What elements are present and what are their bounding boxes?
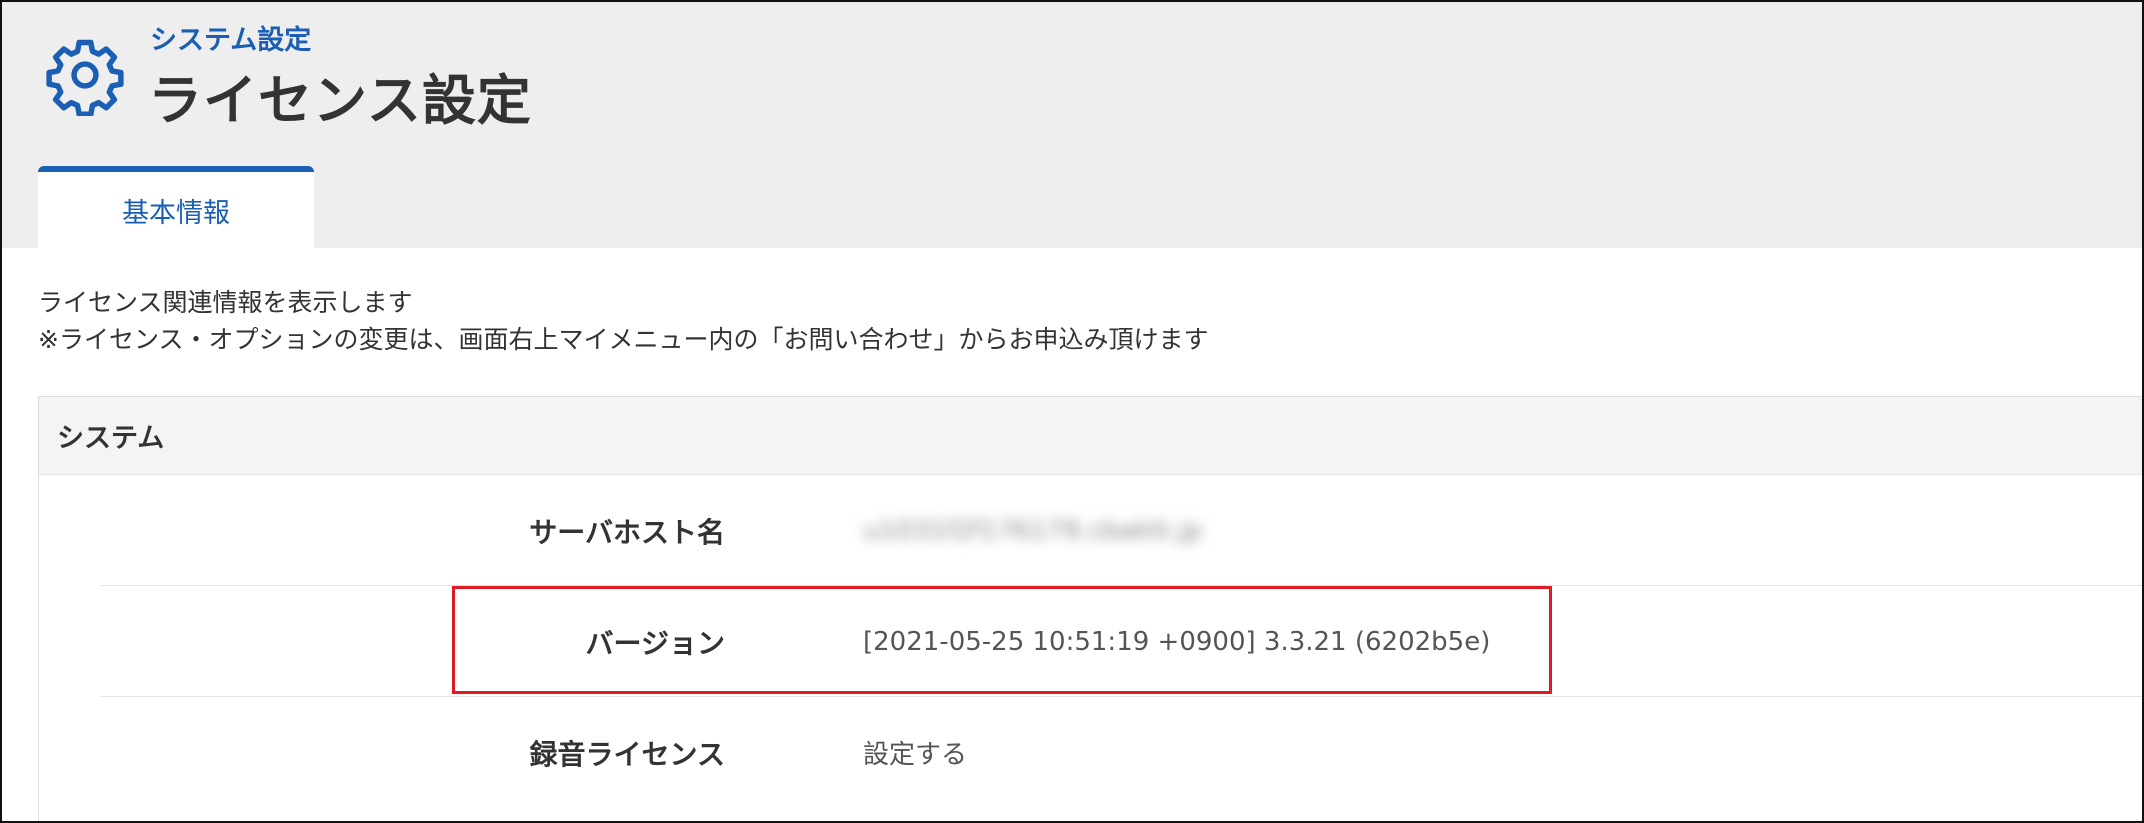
row-label: サーバホスト名 [529, 515, 725, 549]
row-label: 録音ライセンス [529, 737, 725, 771]
breadcrumb[interactable]: システム設定 [150, 18, 311, 57]
info-row-recording-license: 録音ライセンス 設定する [101, 697, 2144, 808]
tab-basic-info[interactable]: 基本情報 [38, 166, 314, 248]
page-title: ライセンス設定 [148, 69, 532, 132]
row-value-recording-license: 設定する [863, 740, 968, 770]
description-line-1: ライセンス関連情報を表示します [38, 288, 413, 317]
info-row-server-host: サーバホスト名 u1031f2f176179.cbaktt.jp [101, 475, 2144, 586]
gear-icon [46, 39, 124, 116]
page-header: システム設定 ライセンス設定 基本情報 [0, 0, 2144, 248]
description-line-2: ※ライセンス・オプションの変更は、画面右上マイメニュー内の「お問い合わせ」からお… [38, 325, 1209, 354]
panel-title: システム [39, 397, 2144, 475]
row-value-server-host: u1031f2f176179.cbaktt.jp [863, 515, 1203, 546]
version-highlight-box [452, 586, 1552, 694]
description: ライセンス関連情報を表示します ※ライセンス・オプションの変更は、画面右上マイメ… [38, 284, 1208, 358]
